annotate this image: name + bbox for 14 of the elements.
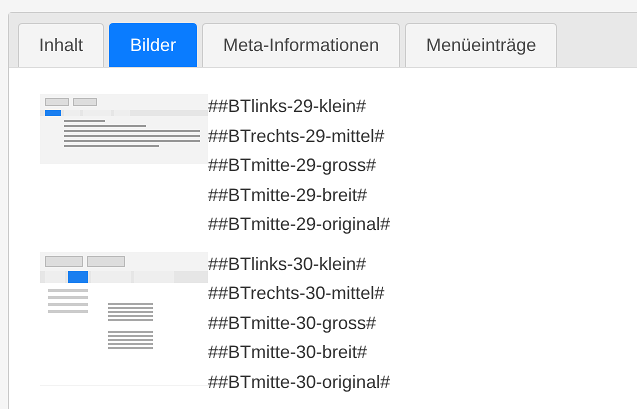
tab[interactable]: Inhalt — [18, 23, 104, 67]
image-code: ##BTmitte-29-original# — [208, 213, 390, 236]
image-code: ##BTlinks-29-klein# — [208, 95, 368, 118]
tab[interactable]: Meta-Informationen — [202, 23, 400, 67]
image-code: ##BTlinks-30-klein# — [208, 252, 368, 276]
tab[interactable]: Bilder — [109, 23, 198, 67]
image-code: ##BTmitte-29-gross# — [208, 154, 378, 177]
image-code: ##BTrechts-29-mittel# — [208, 124, 386, 148]
image-code: ##BTrechts-30-mittel# — [208, 282, 386, 305]
image-code: ##BTmitte-29-breit# — [208, 184, 368, 206]
image-code: ##BTmitte-30-original# — [208, 370, 390, 394]
image-code: ##BTmitte-30-breit# — [208, 341, 368, 364]
tab[interactable]: Menüeinträge — [405, 23, 558, 67]
image-code: ##BTmitte-30-gross# — [208, 312, 378, 335]
